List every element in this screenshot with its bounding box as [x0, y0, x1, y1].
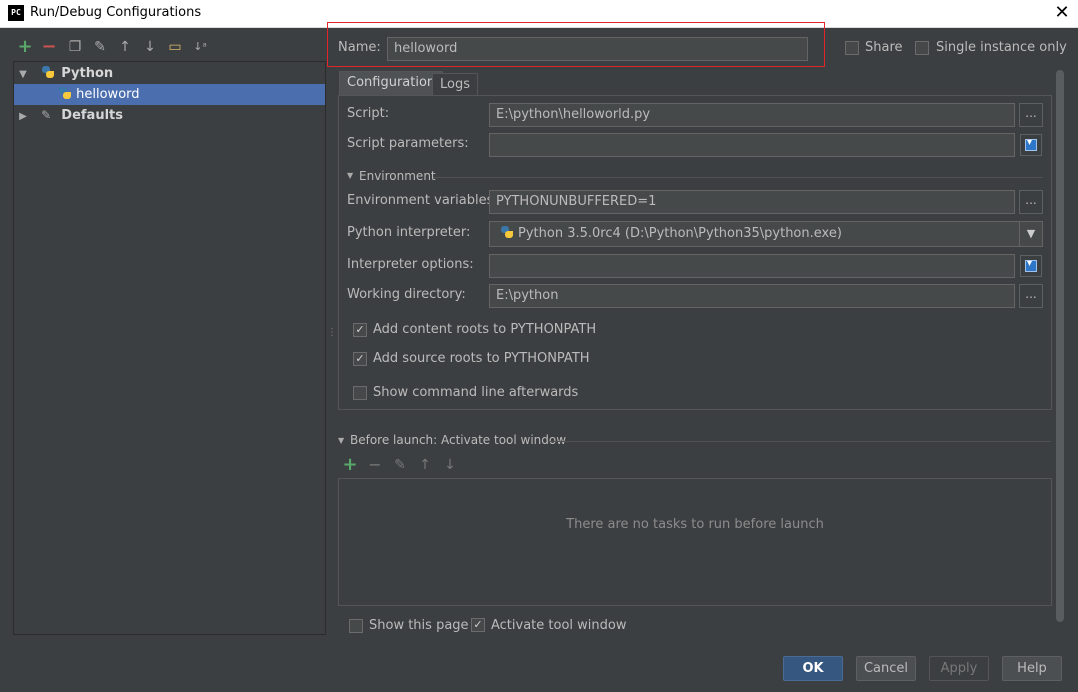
expand-options-button[interactable]: [1020, 255, 1042, 277]
browse-directory-button[interactable]: ...: [1019, 284, 1043, 308]
tree-group-label: Defaults: [61, 108, 123, 123]
tasks-list: [338, 478, 1052, 606]
interpreter-label: Python interpreter:: [347, 225, 471, 240]
arrow-up-icon[interactable]: ↑: [116, 38, 134, 56]
environment-section-title: Environment: [359, 169, 436, 183]
interpreter-select[interactable]: Python 3.5.0rc4 (D:\Python\Python35\pyth…: [489, 221, 1043, 247]
python-icon: [58, 86, 72, 100]
script-parameters-field[interactable]: [489, 133, 1015, 157]
tree-group-label: Python: [61, 66, 114, 81]
empty-tasks-text: There are no tasks to run before launch: [566, 517, 824, 532]
browse-script-button[interactable]: ...: [1019, 103, 1043, 127]
edit-env-vars-button[interactable]: ...: [1019, 190, 1043, 214]
env-vars-label: Environment variables:: [347, 193, 498, 208]
single-instance-checkbox[interactable]: [915, 41, 929, 55]
show-command-line-checkbox[interactable]: [353, 386, 367, 400]
python-icon: [500, 225, 514, 239]
arrow-down-icon[interactable]: ↓: [441, 456, 459, 474]
highlight-annotation: [327, 22, 825, 67]
before-launch-separator: [548, 441, 1051, 442]
remove-task-button[interactable]: −: [366, 456, 384, 474]
add-configuration-button[interactable]: +: [16, 38, 34, 56]
script-field[interactable]: E:\python\helloworld.py: [489, 103, 1015, 127]
collapse-arrow-icon[interactable]: ▶: [17, 106, 29, 127]
tree-item-helloword[interactable]: helloword: [14, 84, 325, 105]
tab-configuration[interactable]: Configuration: [339, 71, 444, 95]
script-parameters-label: Script parameters:: [347, 136, 469, 151]
arrow-up-icon[interactable]: ↑: [416, 456, 434, 474]
folder-icon[interactable]: ▭: [166, 38, 184, 56]
share-label: Share: [865, 40, 903, 55]
before-launch-title: Before launch: Activate tool window: [350, 433, 567, 447]
copy-icon[interactable]: ❐: [66, 38, 84, 56]
show-page-checkbox[interactable]: [349, 619, 363, 633]
working-directory-label: Working directory:: [347, 287, 466, 302]
ok-button[interactable]: OK: [783, 656, 843, 681]
cancel-button[interactable]: Cancel: [856, 656, 916, 681]
close-icon[interactable]: ✕: [1052, 2, 1072, 24]
source-roots-label: Add source roots to PYTHONPATH: [373, 351, 590, 366]
tree-group-python[interactable]: ▼ Python: [14, 63, 325, 84]
before-launch-collapse-icon[interactable]: ▼: [338, 436, 344, 445]
content-roots-checkbox[interactable]: ✓: [353, 323, 367, 337]
interpreter-options-field[interactable]: [489, 254, 1015, 278]
remove-configuration-button[interactable]: −: [40, 38, 58, 56]
content-roots-label: Add content roots to PYTHONPATH: [373, 322, 597, 337]
show-page-label: Show this page: [369, 618, 469, 633]
interpreter-value: Python 3.5.0rc4 (D:\Python\Python35\pyth…: [518, 226, 842, 241]
show-command-line-label: Show command line afterwards: [373, 385, 579, 400]
arrow-down-icon[interactable]: ↓: [141, 38, 159, 56]
help-button[interactable]: Help: [1002, 656, 1062, 681]
sort-icon[interactable]: ↓ᵃ: [191, 38, 209, 56]
tree-item-label: helloword: [76, 87, 140, 102]
expand-parameters-button[interactable]: [1020, 134, 1042, 156]
wrench-icon[interactable]: ✎: [91, 38, 109, 56]
apply-button[interactable]: Apply: [929, 656, 989, 681]
splitter-handle[interactable]: ⋮: [327, 328, 337, 344]
pycharm-app-icon: PC: [8, 5, 24, 21]
wrench-icon: ✎: [41, 108, 52, 122]
env-vars-field[interactable]: PYTHONUNBUFFERED=1: [489, 190, 1015, 214]
single-instance-label: Single instance only: [936, 40, 1067, 55]
add-task-button[interactable]: +: [341, 456, 359, 474]
edit-icon[interactable]: ✎: [391, 456, 409, 474]
expand-icon: [1025, 258, 1037, 272]
environment-separator: [433, 177, 1043, 178]
script-label: Script:: [347, 106, 390, 121]
activate-tool-window-checkbox[interactable]: ✓: [471, 618, 485, 632]
working-directory-field[interactable]: E:\python: [489, 284, 1015, 308]
expand-arrow-icon[interactable]: ▼: [17, 64, 29, 85]
tree-group-defaults[interactable]: ▶ ✎ Defaults: [14, 105, 325, 126]
window-title: Run/Debug Configurations: [30, 5, 202, 20]
section-collapse-icon[interactable]: ▼: [347, 171, 353, 180]
interpreter-options-label: Interpreter options:: [347, 257, 474, 272]
activate-tool-window-label: Activate tool window: [491, 618, 627, 633]
expand-icon: [1025, 137, 1037, 151]
source-roots-checkbox[interactable]: ✓: [353, 352, 367, 366]
tab-logs[interactable]: Logs: [432, 73, 478, 95]
chevron-down-icon[interactable]: ▼: [1019, 222, 1042, 246]
configuration-tree: ▼ Python helloword ▶ ✎ Defaults: [13, 61, 326, 635]
python-icon: [41, 65, 55, 79]
scrollbar[interactable]: [1056, 70, 1064, 622]
share-checkbox[interactable]: [845, 41, 859, 55]
